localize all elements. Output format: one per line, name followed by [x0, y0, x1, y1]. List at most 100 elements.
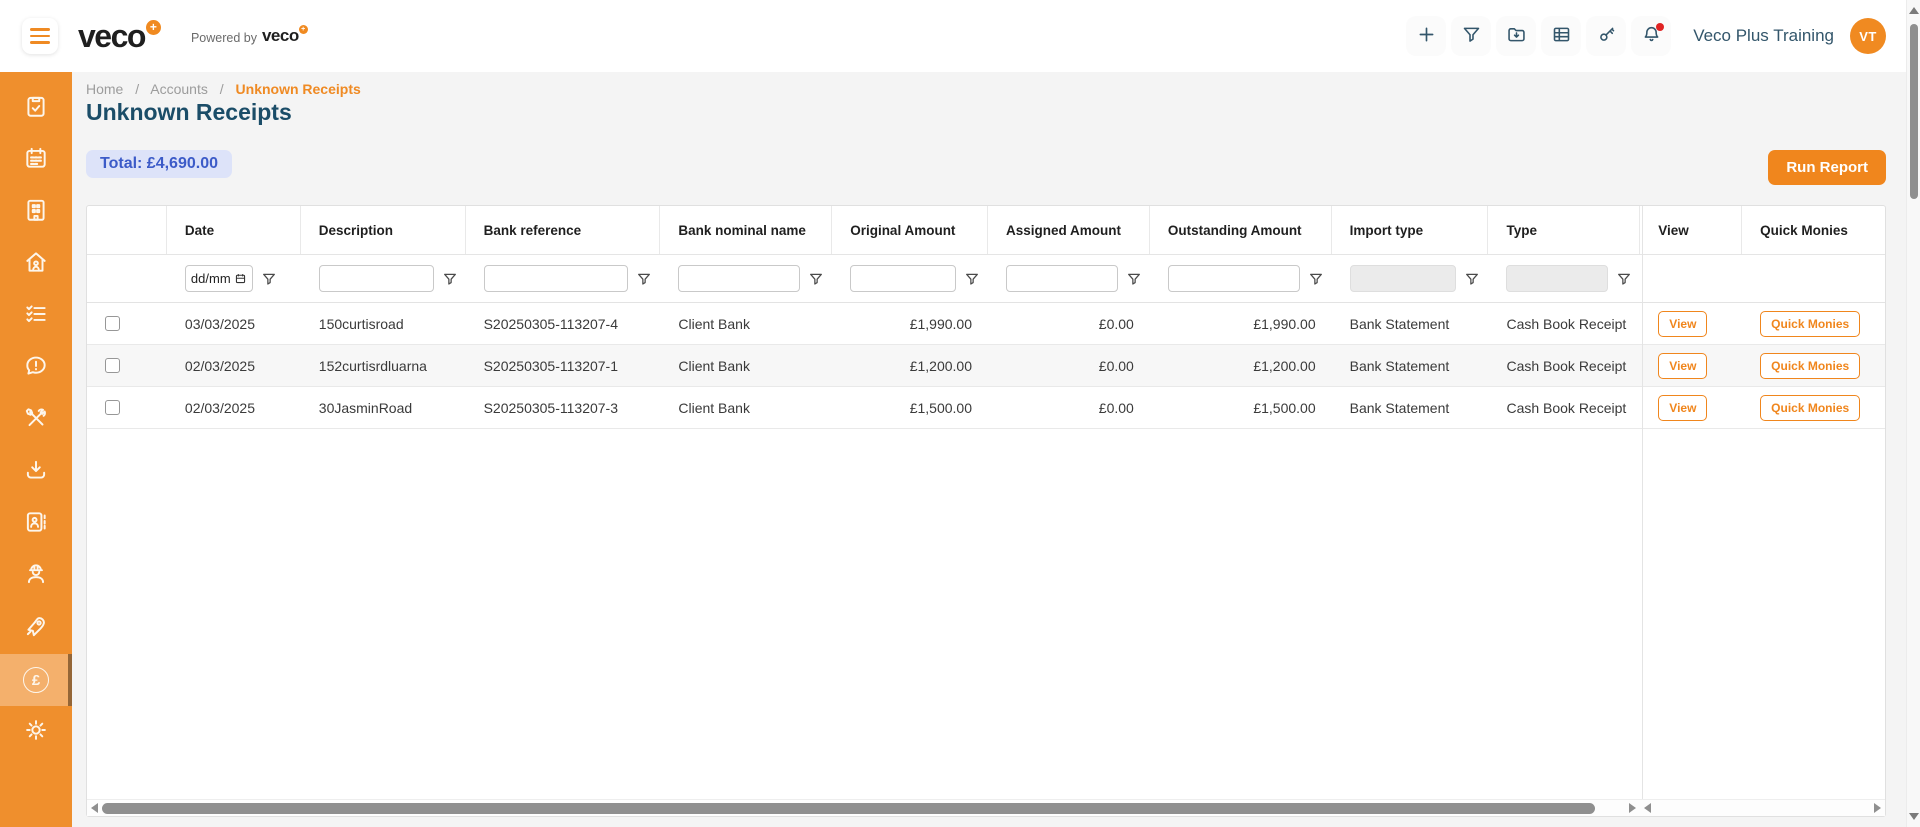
sidebar-item-imports[interactable]	[0, 446, 72, 498]
sidebar-nav: £	[0, 72, 72, 827]
horizontal-scroll-thumb[interactable]	[102, 803, 1595, 814]
view-button[interactable]: View	[1658, 395, 1707, 421]
outstanding-amount-filter-funnel-icon[interactable]	[1308, 271, 1324, 287]
header-cell-date[interactable]: Date	[167, 206, 301, 254]
bank-reference-filter-input[interactable]	[484, 265, 629, 292]
date-filter-funnel-icon[interactable]	[261, 271, 277, 287]
cell-assigned-amount: £0.00	[988, 345, 1150, 386]
powered-by: Powered by veco +	[191, 25, 308, 47]
notifications-button[interactable]	[1631, 16, 1671, 56]
add-button[interactable]	[1406, 16, 1446, 56]
user-name[interactable]: Veco Plus Training	[1693, 26, 1834, 46]
vertical-scroll-thumb[interactable]	[1910, 24, 1918, 199]
bank-nominal-name-filter-funnel-icon[interactable]	[808, 271, 824, 287]
assigned-amount-filter-funnel-icon[interactable]	[1126, 271, 1142, 287]
tools-icon	[23, 405, 49, 436]
run-report-button[interactable]: Run Report	[1768, 150, 1886, 185]
breadcrumb-accounts[interactable]: Accounts	[150, 81, 208, 97]
main-content: Home / Accounts / Unknown Receipts Unkno…	[72, 72, 1906, 827]
cell-outstanding-amount: £1,200.00	[1150, 345, 1332, 386]
cell-outstanding-amount: £1,990.00	[1150, 303, 1332, 344]
permissions-button[interactable]	[1586, 16, 1626, 56]
sidebar-item-calendar[interactable]	[0, 134, 72, 186]
pinned-scroll-right-arrow[interactable]	[1874, 803, 1881, 813]
sidebar-item-maintenance[interactable]	[0, 394, 72, 446]
cell-type: Cash Book Receipt	[1488, 345, 1640, 386]
sidebar-item-checklist[interactable]	[0, 290, 72, 342]
breadcrumb: Home / Accounts / Unknown Receipts	[86, 81, 361, 97]
clipboard-check-icon	[23, 93, 49, 124]
quick-monies-button[interactable]: Quick Monies	[1760, 395, 1860, 421]
powered-by-label: Powered by	[191, 31, 257, 45]
cell-bank-reference: S20250305-113207-4	[466, 303, 661, 344]
table-filter-row: dd/mm	[87, 255, 1885, 303]
sidebar-item-settings[interactable]	[0, 706, 72, 758]
quick-monies-button[interactable]: Quick Monies	[1760, 311, 1860, 337]
filter-button[interactable]	[1451, 16, 1491, 56]
scroll-up-arrow[interactable]	[1909, 7, 1919, 14]
cell-description: 152curtisrdluarna	[301, 345, 466, 386]
header-cell-outstanding-amount[interactable]: Outstanding Amount	[1150, 206, 1332, 254]
cell-bank-reference: S20250305-113207-3	[466, 387, 661, 428]
table-row: 02/03/2025 152curtisrdluarna S20250305-1…	[87, 345, 1885, 387]
scroll-left-arrow[interactable]	[91, 803, 98, 813]
cell-assigned-amount: £0.00	[988, 387, 1150, 428]
sidebar-item-marketing[interactable]	[0, 602, 72, 654]
view-button[interactable]: View	[1658, 311, 1707, 337]
breadcrumb-current: Unknown Receipts	[236, 81, 361, 97]
cell-outstanding-amount: £1,500.00	[1150, 387, 1332, 428]
original-amount-filter-input[interactable]	[850, 265, 956, 292]
type-filter-input	[1506, 265, 1608, 292]
row-checkbox[interactable]	[105, 400, 120, 415]
row-checkbox[interactable]	[105, 316, 120, 331]
cell-type: Cash Book Receipt	[1488, 387, 1640, 428]
cell-original-amount: £1,500.00	[832, 387, 988, 428]
date-filter-input[interactable]: dd/mm	[185, 265, 253, 292]
plus-icon	[1416, 24, 1437, 48]
header-cell-assigned-amount[interactable]: Assigned Amount	[988, 206, 1150, 254]
sidebar-item-properties[interactable]	[0, 186, 72, 238]
header-cell-import-type[interactable]: Import type	[1332, 206, 1489, 254]
pinned-scroll-left-arrow[interactable]	[1644, 803, 1651, 813]
header-cell-type[interactable]: Type	[1488, 206, 1640, 254]
outstanding-amount-filter-input[interactable]	[1168, 265, 1300, 292]
import-button[interactable]	[1496, 16, 1536, 56]
scroll-down-arrow[interactable]	[1909, 813, 1919, 820]
table-icon	[1551, 24, 1572, 48]
header-cell-bank-reference[interactable]: Bank reference	[466, 206, 661, 254]
header-cell-description[interactable]: Description	[301, 206, 466, 254]
sidebar-item-tenancies[interactable]	[0, 238, 72, 290]
horizontal-scrollbar	[87, 799, 1885, 816]
scroll-right-arrow[interactable]	[1629, 803, 1636, 813]
view-button[interactable]: View	[1658, 353, 1707, 379]
cell-import-type: Bank Statement	[1332, 387, 1489, 428]
type-filter-funnel-icon[interactable]	[1616, 271, 1632, 287]
cell-date: 02/03/2025	[167, 387, 301, 428]
gear-icon	[23, 717, 49, 748]
grid-view-button[interactable]	[1541, 16, 1581, 56]
sidebar-item-accounts[interactable]: £	[0, 654, 72, 706]
breadcrumb-home[interactable]: Home	[86, 81, 123, 97]
hamburger-menu-button[interactable]	[22, 18, 58, 54]
sidebar-item-contacts[interactable]	[0, 498, 72, 550]
avatar[interactable]: VT	[1850, 18, 1886, 54]
original-amount-filter-funnel-icon[interactable]	[964, 271, 980, 287]
cell-description: 30JasminRoad	[301, 387, 466, 428]
bank-nominal-name-filter-input[interactable]	[678, 265, 800, 292]
sidebar-item-messages[interactable]	[0, 342, 72, 394]
page-title: Unknown Receipts	[86, 99, 292, 126]
building-icon	[23, 197, 49, 228]
header-cell-bank-nominal-name[interactable]: Bank nominal name	[660, 206, 832, 254]
assigned-amount-filter-input[interactable]	[1006, 265, 1118, 292]
row-checkbox[interactable]	[105, 358, 120, 373]
cell-bank-nominal-name: Client Bank	[660, 345, 832, 386]
sidebar-item-contractors[interactable]	[0, 550, 72, 602]
sidebar-item-tasks[interactable]	[0, 82, 72, 134]
description-filter-input[interactable]	[319, 265, 434, 292]
quick-monies-button[interactable]: Quick Monies	[1760, 353, 1860, 379]
import-type-filter-funnel-icon[interactable]	[1464, 271, 1480, 287]
bank-reference-filter-funnel-icon[interactable]	[636, 271, 652, 287]
description-filter-funnel-icon[interactable]	[442, 271, 458, 287]
total-badge: Total: £4,690.00	[86, 150, 232, 178]
header-cell-original-amount[interactable]: Original Amount	[832, 206, 988, 254]
